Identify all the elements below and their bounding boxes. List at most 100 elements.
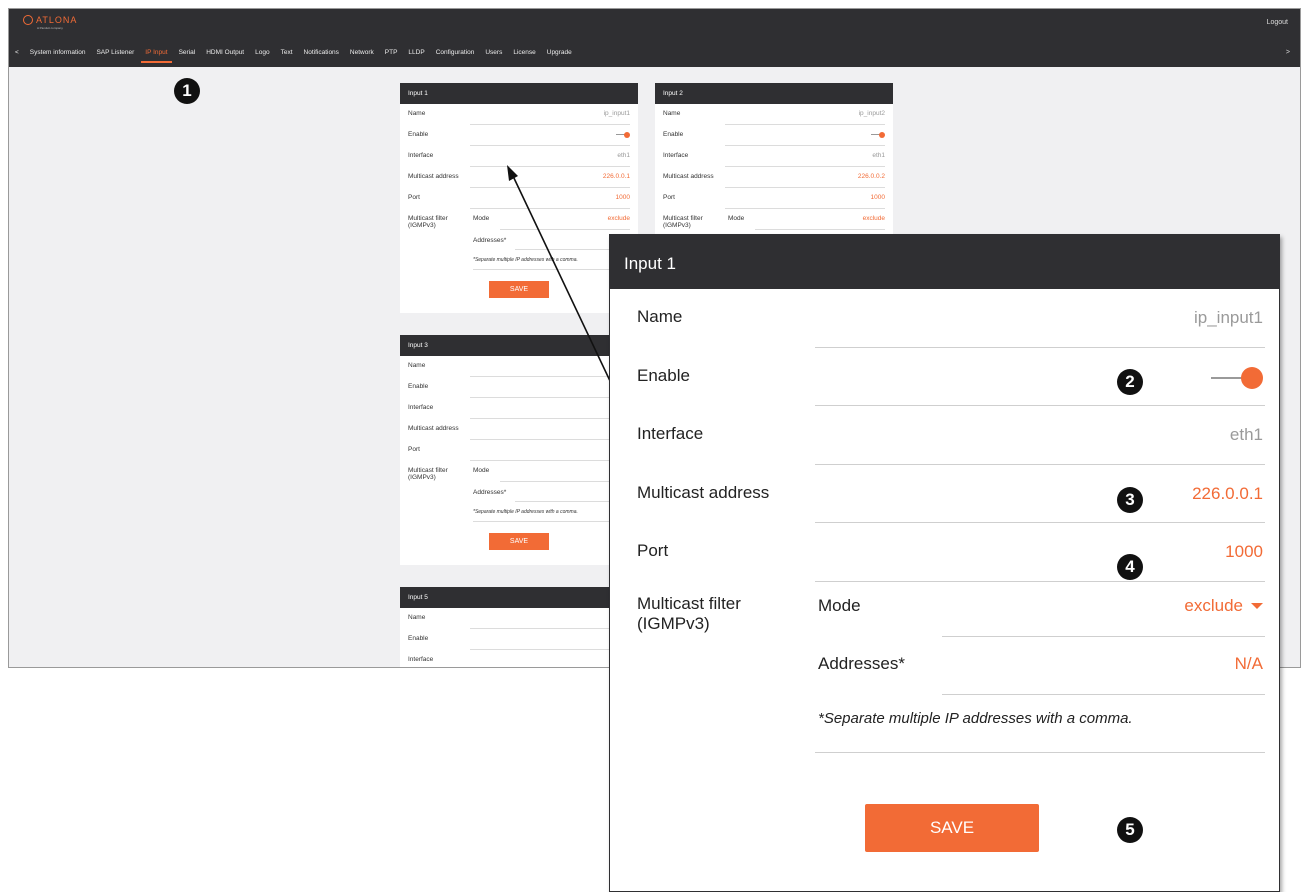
name-field[interactable]: ip_input2 [859, 110, 885, 117]
interface-label: Interface [408, 152, 434, 159]
addresses-hint: *Separate multiple IP addresses with a c… [473, 257, 578, 263]
interface-value[interactable]: eth1 [872, 152, 885, 159]
enable-toggle[interactable] [871, 132, 885, 138]
input-card-3: Input 3 Name Enable Interface Multicast … [400, 335, 638, 565]
input-card-1: Input 1 Name ip_input1 Enable Interface et… [400, 83, 638, 313]
tab-ip-input[interactable]: IP Input [141, 49, 172, 63]
nav-next-button[interactable]: > [1286, 49, 1290, 56]
port-field[interactable]: 1000 [871, 194, 885, 201]
top-bar: ATLONA A Panduit company Logout < System… [9, 9, 1300, 67]
tab-ptp[interactable]: PTP [385, 49, 398, 56]
tab-users[interactable]: Users [485, 49, 502, 56]
multicast-address-field[interactable]: 226.0.0.1 [603, 173, 630, 180]
chevron-down-icon [1251, 602, 1263, 609]
multicast-filter-label: Multicast filter (IGMPv3) [663, 215, 703, 229]
enable-label: Enable [663, 131, 684, 138]
card-title: Input 1 [400, 83, 638, 104]
mode-select[interactable]: exclude [608, 215, 630, 222]
tab-license[interactable]: License [513, 49, 535, 56]
name-label: Name [408, 362, 426, 369]
enable-label: Enable [408, 383, 429, 390]
enable-toggle[interactable] [1211, 366, 1263, 389]
tab-network[interactable]: Network [350, 49, 374, 56]
tab-upgrade[interactable]: Upgrade [547, 49, 572, 56]
callout-2: 2 [1117, 369, 1143, 395]
multicast-filter-label: Multicast filter (IGMPv3) [408, 215, 448, 229]
name-label: Name [408, 614, 426, 621]
figure: ATLONA A Panduit company Logout < System… [0, 0, 1301, 892]
mode-label: Mode [473, 467, 490, 474]
multicast-address-label: Multicast address [637, 482, 770, 502]
port-field[interactable]: 1000 [1225, 542, 1263, 562]
port-label: Port [408, 446, 420, 453]
mode-select[interactable]: exclude [1184, 596, 1263, 616]
name-label: Name [637, 307, 683, 326]
interface-label: Interface [663, 152, 689, 159]
tab-text[interactable]: Text [281, 49, 293, 56]
multicast-address-label: Multicast address [408, 425, 459, 432]
mode-label: Mode [818, 595, 861, 615]
atlona-logo: ATLONA [23, 15, 77, 25]
zoomed-input-1-panel: Input 1 Name ip_input1 Enable Interface et… [609, 234, 1280, 892]
mode-value: exclude [1184, 595, 1243, 615]
logo-subtitle: A Panduit company [37, 26, 63, 30]
name-label: Name [663, 110, 681, 117]
multicast-filter-label: Multicast filter (IGMPv3) [637, 593, 741, 633]
enable-toggle[interactable] [616, 132, 630, 138]
callout-5: 5 [1117, 817, 1143, 843]
mode-select[interactable]: exclude [863, 215, 885, 222]
port-label: Port [637, 541, 669, 560]
callout-3: 3 [1117, 487, 1143, 513]
interface-value[interactable]: eth1 [617, 152, 630, 159]
name-field[interactable]: ip_input1 [1194, 308, 1263, 328]
input-card-5: Input 5 Name Enable Interface [400, 587, 638, 667]
multicast-address-label: Multicast address [663, 173, 714, 180]
port-label: Port [408, 194, 420, 201]
enable-label: Enable [408, 635, 429, 642]
tab-sap-listener[interactable]: SAP Listener [96, 49, 134, 56]
save-button[interactable]: SAVE [865, 804, 1039, 852]
port-label: Port [663, 194, 675, 201]
toggle-knob [1241, 366, 1263, 389]
tab-system-information[interactable]: System information [30, 49, 86, 56]
name-field[interactable]: ip_input1 [604, 110, 630, 117]
interface-label: Interface [408, 404, 434, 411]
mode-label: Mode [473, 215, 490, 222]
multicast-filter-label: Multicast filter (IGMPv3) [408, 467, 448, 481]
tab-notifications[interactable]: Notifications [304, 49, 339, 56]
addresses-field[interactable]: N/A [1235, 654, 1263, 674]
addresses-hint: *Separate multiple IP addresses with a c… [473, 509, 578, 515]
callout-1: 1 [174, 78, 200, 104]
mode-label: Mode [728, 215, 745, 222]
card-title: Input 2 [655, 83, 893, 104]
interface-label: Interface [637, 424, 704, 443]
tab-serial[interactable]: Serial [179, 49, 196, 56]
tab-logo[interactable]: Logo [255, 49, 269, 56]
multicast-address-field[interactable]: 226.0.0.2 [858, 173, 885, 180]
tab-configuration[interactable]: Configuration [436, 49, 475, 56]
nav-prev-button[interactable]: < [15, 49, 19, 56]
addresses-label: Addresses* [473, 237, 507, 244]
addresses-hint: *Separate multiple IP addresses with a c… [818, 709, 1133, 727]
logout-link[interactable]: Logout [1267, 19, 1288, 26]
callout-4: 4 [1117, 554, 1143, 580]
tab-lldp[interactable]: LLDP [408, 49, 424, 56]
save-button[interactable]: SAVE [489, 281, 549, 298]
card-title: Input 1 [610, 235, 1279, 289]
port-field[interactable]: 1000 [616, 194, 630, 201]
enable-label: Enable [637, 365, 690, 385]
name-label: Name [408, 110, 426, 117]
logo-mark-icon [23, 15, 33, 25]
tab-hdmi-output[interactable]: HDMI Output [206, 49, 244, 56]
nav-tabs: < System information SAP Listener IP Inp… [15, 49, 572, 63]
addresses-label: Addresses* [818, 653, 905, 673]
save-button[interactable]: SAVE [489, 533, 549, 550]
enable-label: Enable [408, 131, 429, 138]
addresses-label: Addresses* [473, 489, 507, 496]
interface-value[interactable]: eth1 [1230, 425, 1263, 445]
card-title: Input 5 [400, 587, 638, 608]
interface-label: Interface [408, 656, 434, 663]
multicast-address-label: Multicast address [408, 173, 459, 180]
card-title: Input 3 [400, 335, 638, 356]
multicast-address-field[interactable]: 226.0.0.1 [1192, 484, 1263, 504]
